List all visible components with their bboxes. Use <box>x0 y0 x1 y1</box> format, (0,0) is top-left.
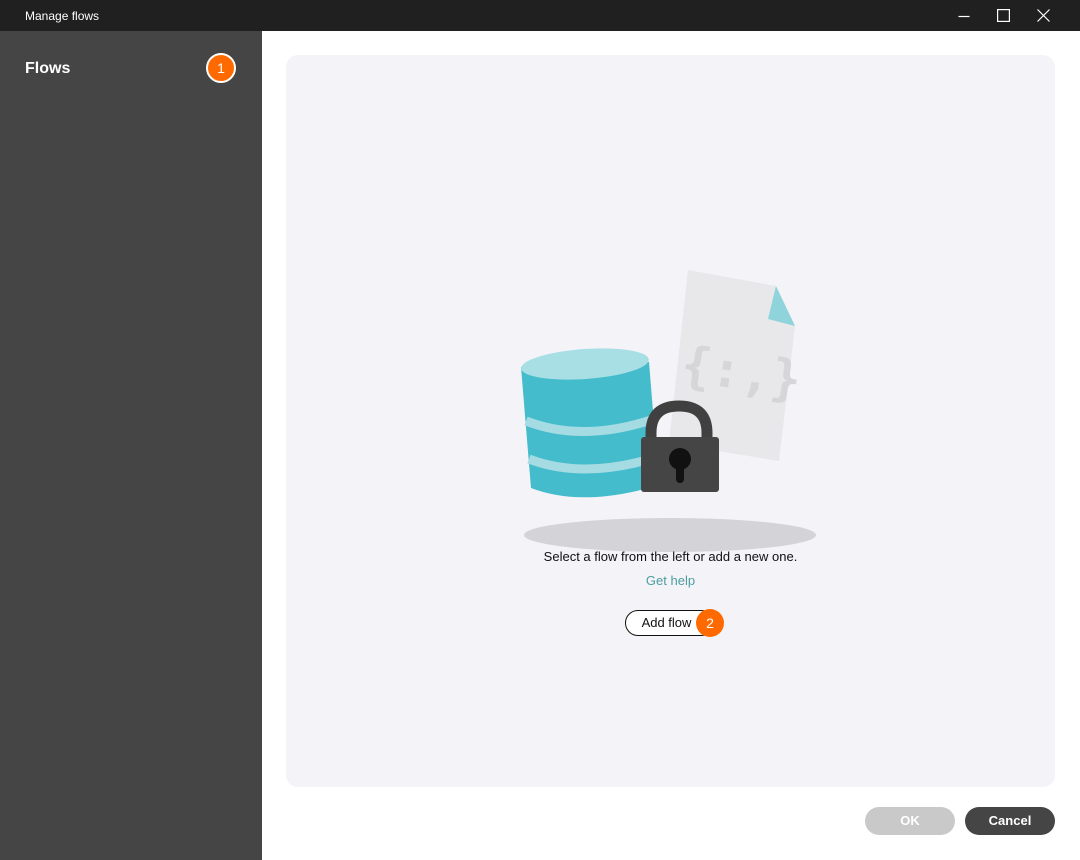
sidebar-heading-flows: Flows <box>25 60 71 77</box>
cancel-button[interactable]: Cancel <box>965 807 1055 835</box>
get-help-link[interactable]: Get help <box>286 573 1055 589</box>
step-badge-1: 1 <box>206 53 236 83</box>
minimize-icon <box>958 15 970 17</box>
ok-button[interactable]: OK <box>865 807 955 835</box>
close-icon <box>1036 9 1050 22</box>
sidebar: Flows 1 <box>0 31 262 860</box>
window-title: Manage flows <box>25 9 100 23</box>
empty-state-illustration: {:,} <box>521 270 816 552</box>
main-area: {:,} Select a flow from the left or add … <box>262 31 1080 860</box>
database-icon <box>521 348 659 498</box>
close-button[interactable] <box>1020 0 1066 31</box>
maximize-icon <box>996 9 1010 22</box>
title-bar: Manage flows <box>0 0 1080 31</box>
empty-state-message: Select a flow from the left or add a new… <box>543 549 798 564</box>
empty-state-panel: {:,} Select a flow from the left or add … <box>286 55 1055 787</box>
code-file-icon: {:,} <box>669 270 805 461</box>
illustration-shadow <box>524 518 816 552</box>
step-badge-2: 2 <box>696 609 724 637</box>
manage-flows-window: Manage flows Flows 1 {:,} Select a flow … <box>0 0 1080 860</box>
